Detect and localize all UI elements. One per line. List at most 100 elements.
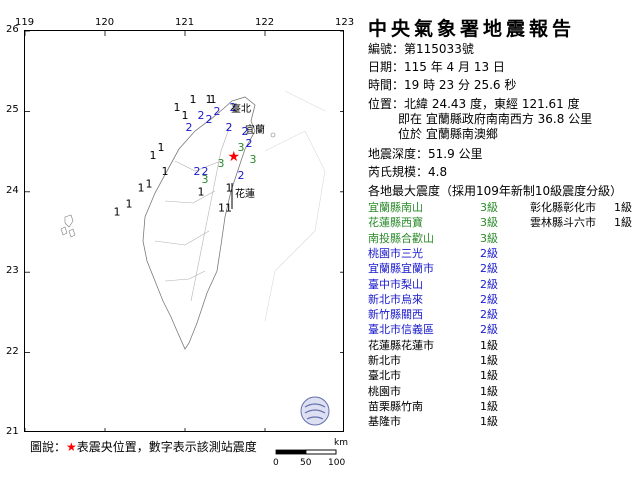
longitude-tick-label: 121 xyxy=(175,17,195,28)
station-intensity: 3 xyxy=(250,153,257,166)
legend-star-icon: ★ xyxy=(66,440,77,454)
intensity-row: 臺北市信義區 2級 xyxy=(368,321,638,336)
scale-tick-0: 0 xyxy=(273,458,279,468)
intensity-grade: 2級 xyxy=(480,277,498,291)
report-number: 編號：第115033號 xyxy=(368,42,474,56)
intensity-grade: 1級 xyxy=(614,216,632,230)
intensity-grade: 1級 xyxy=(480,415,498,429)
intensity-row: 苗栗縣竹南 1級 xyxy=(368,398,638,413)
intensity-grade: 1級 xyxy=(480,354,498,367)
intensity-place: 基隆市 xyxy=(368,415,401,429)
latitude-tick-label: 25 xyxy=(6,104,19,116)
map-canvas: 333222222 2 222321111111111111111 ★ xyxy=(25,31,343,431)
scale-bar: km 0 50 100 xyxy=(272,438,352,472)
latitude-tick-label: 26 xyxy=(6,24,19,35)
report-title: 中央氣象署地震報告 xyxy=(368,18,576,40)
station-intensity: 1 xyxy=(146,177,153,190)
report-magnitude: 芮氏規模：4.8 xyxy=(368,165,447,179)
station-intensity: 3 xyxy=(218,157,225,170)
intensity-place: 宜蘭縣宜蘭市 xyxy=(368,262,434,276)
depth-label: 地震深度： xyxy=(368,147,429,161)
intensity-row: 宜蘭縣宜蘭市 2級 xyxy=(368,260,638,275)
location-value: 北緯 24.43 度，東經 121.61 度 xyxy=(404,97,580,111)
station-intensity: 2 xyxy=(226,121,233,134)
station-intensity: 1 xyxy=(158,141,165,154)
magnitude-value: 4.8 xyxy=(428,165,448,179)
intensity-grade: 1級 xyxy=(480,384,498,398)
station-intensity: 1 xyxy=(198,185,205,198)
intensity-row: 花蓮縣花蓮市 1級 xyxy=(368,337,638,352)
intensity-place: 苗栗縣竹南 xyxy=(368,399,423,413)
station-intensity: 1 xyxy=(114,205,121,218)
intensity-place: 桃園市 xyxy=(368,384,401,398)
epicenter-star-icon: ★ xyxy=(228,149,241,165)
station-intensity: 2 xyxy=(206,113,213,126)
city-label-taipei: 臺北 xyxy=(231,104,251,115)
station-intensity: 2 xyxy=(198,109,205,122)
station-intensity: 1 xyxy=(190,93,197,106)
report-depth: 地震深度：51.9 公里 xyxy=(368,147,483,161)
city-label-hualien: 花蓮 xyxy=(235,189,255,200)
latitude-tick-label: 24 xyxy=(6,184,19,196)
intensity-row: 臺北市 1級 xyxy=(368,367,638,382)
city-label-yilan: 宜蘭 xyxy=(245,125,265,136)
legend: 圖說：★表震央位置，數字表示該測站震度 xyxy=(30,438,257,455)
intensity-place: 雲林縣斗六市 xyxy=(530,216,596,230)
penghu-islands xyxy=(60,214,76,238)
time-value: 19 時 23 分 25.6 秒 xyxy=(404,78,517,92)
taiwan-island xyxy=(142,96,256,350)
intensity-place: 新北市烏來 xyxy=(368,292,423,306)
longitude-tick-label: 120 xyxy=(95,17,115,28)
report-location-desc: 即在 宜蘭縣政府南南西方 36.8 公里 xyxy=(398,112,593,126)
date-value: 115 年 4 月 13 日 xyxy=(404,60,505,74)
intensity-grade: 1級 xyxy=(480,338,498,352)
intensity-row: 基隆市 1級 xyxy=(368,413,638,428)
station-intensity: 1 xyxy=(174,101,181,114)
report-location-in: 位於 宜蘭縣南澳鄉 xyxy=(398,127,498,141)
longitude-tick-label: 122 xyxy=(255,17,275,28)
intensity-grade: 1級 xyxy=(480,399,498,413)
guishan-island xyxy=(270,132,276,138)
intensity-grade: 1級 xyxy=(614,201,632,214)
intensity-grade: 2級 xyxy=(480,292,498,306)
depth-value: 51.9 公里 xyxy=(428,147,483,161)
sea-relief xyxy=(264,90,326,322)
intensity-place: 臺北市信義區 xyxy=(368,323,434,337)
station-intensity: 2 xyxy=(238,169,245,182)
report-panel: 中央氣象署地震報告 編號：第115033號 日期：115 年 4 月 13 日 … xyxy=(354,0,640,480)
intensity-grade: 2級 xyxy=(480,262,498,276)
number-label: 編號： xyxy=(368,42,405,56)
intensity-row: 臺中市梨山 2級 xyxy=(368,276,638,291)
station-intensity: 2 xyxy=(214,105,221,118)
station-intensity: 2 xyxy=(194,165,201,178)
intensity-row: 宜蘭縣南山 3級 彰化縣彰化市 1級 xyxy=(368,199,638,214)
intensity-place: 花蓮縣西寶 xyxy=(368,216,423,230)
intensity-heading: 各地最大震度（採用109年新制10級震度分級） xyxy=(368,184,623,198)
number-value: 第115033號 xyxy=(404,42,474,56)
longitude-tick-label: 123 xyxy=(335,17,355,28)
intensity-grade: 3級 xyxy=(480,231,498,245)
station-intensity: 1 xyxy=(182,109,189,122)
intensity-place: 南投縣合歡山 xyxy=(368,231,434,245)
intensity-place: 新竹縣關西 xyxy=(368,308,423,322)
station-intensity: 11 xyxy=(218,201,232,214)
scale-tick-50: 50 xyxy=(300,458,312,468)
intensity-row: 新北市 1級 xyxy=(368,352,638,367)
magnitude-label: 芮氏規模： xyxy=(368,165,429,179)
report-time: 時間：19 時 23 分 25.6 秒 xyxy=(368,78,516,92)
intensity-grade: 3級 xyxy=(480,201,498,214)
station-intensity: 1 xyxy=(226,181,233,194)
intensity-grade: 2級 xyxy=(480,323,498,337)
intensity-row: 花蓮縣西寶 3級 雲林縣斗六市 1級 xyxy=(368,214,638,229)
station-intensity: 1 xyxy=(150,149,157,162)
intensity-grade: 3級 xyxy=(480,216,498,230)
station-intensity: 1 xyxy=(162,165,169,178)
date-label: 日期： xyxy=(368,60,405,74)
intensity-place: 臺北市 xyxy=(368,369,401,383)
intensity-place: 新北市 xyxy=(368,354,401,367)
intensity-grade: 1級 xyxy=(480,369,498,383)
station-intensity: 1 xyxy=(126,197,133,210)
intensity-grade: 2級 xyxy=(480,308,498,322)
latitude-tick-label: 22 xyxy=(6,345,19,357)
station-intensity: 1 xyxy=(206,93,213,106)
